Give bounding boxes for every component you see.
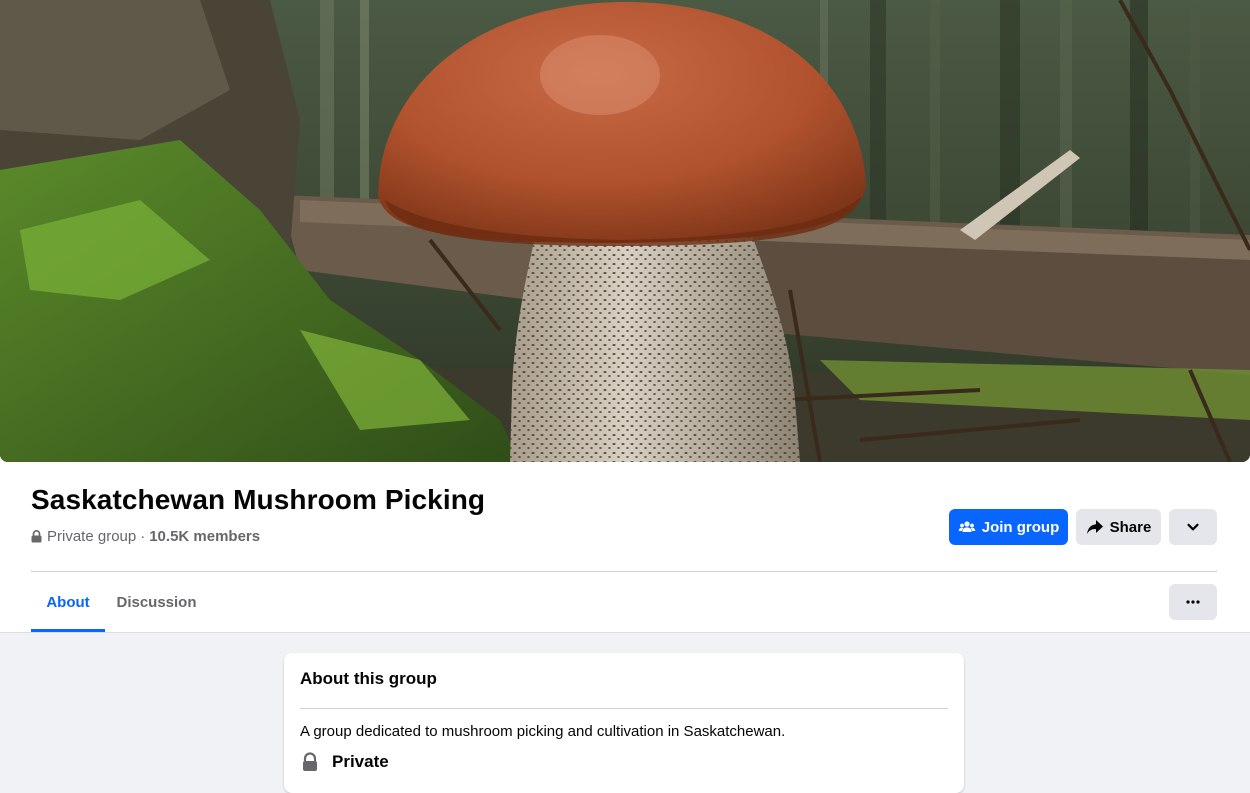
about-card-title: About this group [300,669,437,688]
about-card-divider [300,708,948,709]
cover-photo[interactable] [0,0,1250,462]
join-group-label: Join group [981,518,1060,536]
group-name[interactable]: Saskatchewan Mushroom Picking [31,484,485,516]
tab-more-button[interactable] [1169,584,1217,620]
tab-discussion[interactable]: Discussion [105,572,208,632]
group-header: Saskatchewan Mushroom Picking Private gr… [0,0,1250,633]
share-arrow-icon [1086,518,1104,536]
lock-icon [31,530,42,543]
header-bottom-border [0,632,1250,633]
people-icon [958,518,976,536]
group-meta: Private group · 10.5K members [31,528,260,545]
chevron-down-icon [1186,520,1200,534]
privacy-row: Private [300,752,389,772]
share-button[interactable]: Share [1076,509,1161,545]
more-options-button[interactable] [1169,509,1217,545]
meta-separator: · [140,528,146,545]
tab-about-label: About [46,593,90,611]
share-label: Share [1109,518,1152,536]
about-card: About this group A group dedicated to mu… [284,653,964,793]
tab-discussion-label: Discussion [116,593,197,611]
privacy-text: Private group [47,528,137,545]
header-divider [31,571,1217,572]
lock-icon [300,752,320,772]
member-count[interactable]: 10.5K members [149,528,260,545]
group-description: A group dedicated to mushroom picking an… [300,723,786,740]
ellipsis-icon [1186,600,1200,604]
join-group-button[interactable]: Join group [949,509,1068,545]
tab-about[interactable]: About [31,572,105,632]
privacy-label: Private [332,752,389,771]
cover-photo-image [0,0,1250,462]
